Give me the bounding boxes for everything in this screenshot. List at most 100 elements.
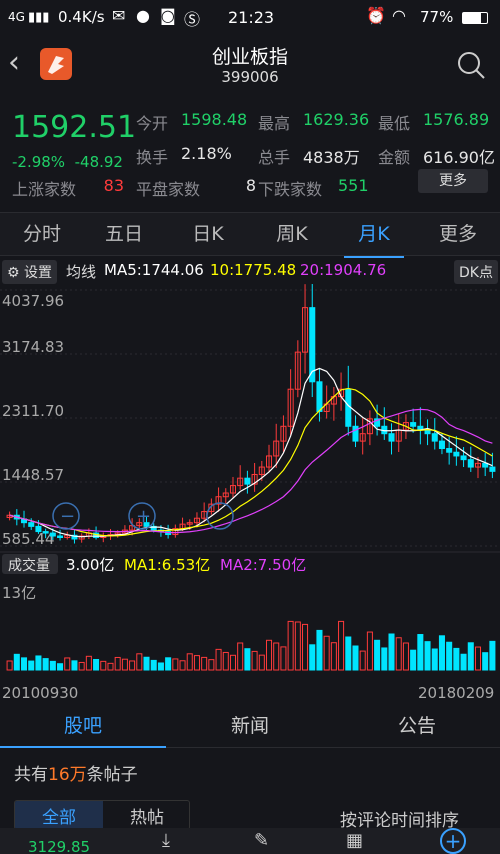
sub-tab-hot[interactable]: 热帖: [103, 801, 189, 829]
volume-bar: [186, 653, 193, 671]
ma5-line: [9, 367, 493, 538]
candle-body: [244, 477, 251, 485]
quote-label: 最高: [258, 114, 291, 133]
volume-bar: [323, 635, 330, 671]
app-icon: ◙: [160, 6, 176, 25]
grid-icon[interactable]: ▦: [346, 830, 363, 851]
quote-value: 1576.89: [423, 110, 490, 129]
volume-bar: [381, 647, 388, 671]
chat-icon: ●: [136, 6, 150, 25]
current-price: 1592.51: [12, 110, 137, 145]
volume-bar: [13, 653, 20, 671]
quote-value: 616.90亿: [423, 148, 495, 167]
volume-ma2: MA2:7.50亿: [220, 556, 306, 574]
post-prefix: 共有: [14, 765, 48, 785]
volume-bar: [193, 655, 200, 671]
price-axis-label: 3174.83: [2, 338, 64, 356]
settings-button[interactable]: ⚙ 设置: [2, 260, 58, 284]
tab-2[interactable]: 日K: [168, 213, 248, 257]
volume-bar: [208, 659, 215, 671]
volume-bar: [237, 642, 244, 671]
volume-bar: [258, 654, 265, 671]
candle-body: [352, 425, 359, 442]
quote-value: 2.18%: [181, 144, 232, 163]
volume-bar: [316, 629, 323, 671]
news-tab-2[interactable]: 公告: [334, 708, 500, 746]
volume-bar: [287, 620, 294, 671]
volume-bar: [172, 658, 179, 671]
download-icon[interactable]: ⤓: [162, 830, 170, 851]
volume-bar: [71, 660, 78, 671]
volume-bar: [309, 644, 316, 671]
volume-bar: [424, 641, 431, 671]
volume-bar: [374, 639, 381, 671]
volume-bar: [28, 660, 35, 671]
edit-icon[interactable]: ✎: [254, 830, 269, 851]
volume-bar: [107, 662, 114, 671]
candle-body: [489, 466, 496, 472]
quote-label: 上涨家数: [12, 180, 77, 199]
tab-3[interactable]: 周K: [252, 213, 332, 257]
volume-bar: [265, 639, 273, 671]
add-icon[interactable]: +: [440, 828, 466, 854]
candle-body: [42, 531, 49, 534]
volume-bar: [474, 646, 482, 671]
bottom-toolbar: 3129.85 ⤓ ✎ ▦ +: [0, 828, 500, 854]
header: ‹ 创业板指 399006: [0, 36, 500, 98]
volume-bar: [114, 656, 121, 671]
network-type: 4G: [8, 10, 25, 24]
quote-value: 1629.36: [303, 110, 370, 129]
volume-bar: [42, 658, 49, 671]
candle-body: [35, 525, 42, 533]
quote-label: 平盘家数: [136, 180, 201, 199]
news-tab-1[interactable]: 新闻: [167, 708, 333, 746]
wifi-icon: ◠: [392, 6, 406, 25]
volume-bar: [410, 649, 417, 671]
quote-label: 换手: [136, 148, 169, 167]
volume-bar: [136, 653, 143, 671]
volume-bar: [453, 647, 460, 671]
zoom-out-icon-glyph: −: [60, 506, 75, 527]
quote-label: 今开: [136, 114, 169, 133]
volume-value: 3.00亿: [66, 556, 114, 574]
news-tab-0[interactable]: 股吧: [0, 708, 166, 748]
volume-bar: [489, 640, 496, 671]
tab-4[interactable]: 月K: [334, 213, 414, 258]
battery-icon: [462, 12, 488, 24]
volume-bar: [49, 660, 56, 671]
kline-chart[interactable]: 4037.963174.832311.701448.57585.44− +成交量 3…: [0, 284, 500, 708]
ma-label: 均线: [66, 263, 97, 281]
s-icon: Ⓢ: [184, 10, 201, 29]
more-button[interactable]: 更多: [418, 169, 488, 193]
search-icon[interactable]: [456, 50, 486, 84]
ma-info-row: ⚙ 设置 均线 MA5:1744.06 10:1775.48 20:1904.7…: [0, 258, 500, 284]
tab-1[interactable]: 五日: [84, 213, 164, 257]
volume-bar: [150, 659, 157, 671]
candle-body: [410, 422, 417, 427]
volume-bar: [402, 642, 409, 671]
date-end: 20180209: [418, 684, 494, 702]
candle-body: [57, 535, 64, 539]
date-start: 20100930: [2, 684, 78, 702]
volume-ma1: MA1:6.53亿: [124, 556, 210, 574]
sub-tab-all[interactable]: 全部: [15, 801, 103, 829]
clock: 21:23: [228, 8, 275, 27]
candle-body: [49, 532, 56, 537]
dk-button[interactable]: DK点: [454, 260, 498, 284]
tab-0[interactable]: 分时: [2, 213, 82, 257]
volume-axis-max: 13亿: [2, 584, 36, 602]
volume-bar: [251, 650, 258, 671]
post-suffix: 条帖子: [86, 765, 138, 785]
volume-bar: [302, 623, 309, 671]
volume-bar: [93, 659, 100, 671]
quote-label: 下跌家数: [258, 180, 323, 199]
volume-bar: [280, 646, 287, 671]
post-number: 16万: [48, 765, 87, 785]
stock-code: 399006: [221, 68, 279, 86]
page-title: 创业板指: [211, 46, 288, 68]
volume-bar: [417, 634, 424, 671]
tab-5[interactable]: 更多: [418, 213, 498, 257]
volume-label: 成交量: [8, 557, 50, 574]
ma20-value: 20:1904.76: [300, 261, 387, 279]
price-axis-label: 2311.70: [2, 402, 64, 420]
